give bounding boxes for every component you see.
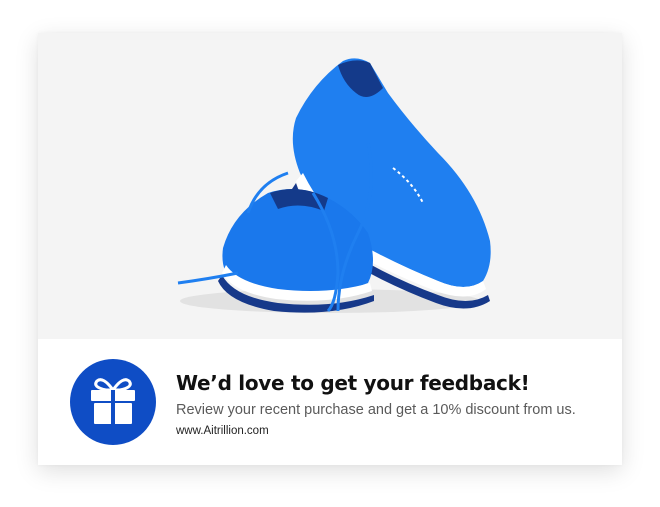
product-hero <box>38 33 622 339</box>
gift-icon <box>91 378 135 424</box>
feedback-card: We’d love to get your feedback! Review y… <box>38 33 622 465</box>
gift-badge <box>70 359 156 445</box>
website-link[interactable]: www.Aitrillion.com <box>176 425 269 437</box>
feedback-subtitle: Review your recent purchase and get a 10… <box>176 402 576 418</box>
feedback-footer: We’d love to get your feedback! Review y… <box>38 339 622 465</box>
feedback-title: We’d love to get your feedback! <box>176 371 530 395</box>
running-shoes-image <box>177 58 491 313</box>
